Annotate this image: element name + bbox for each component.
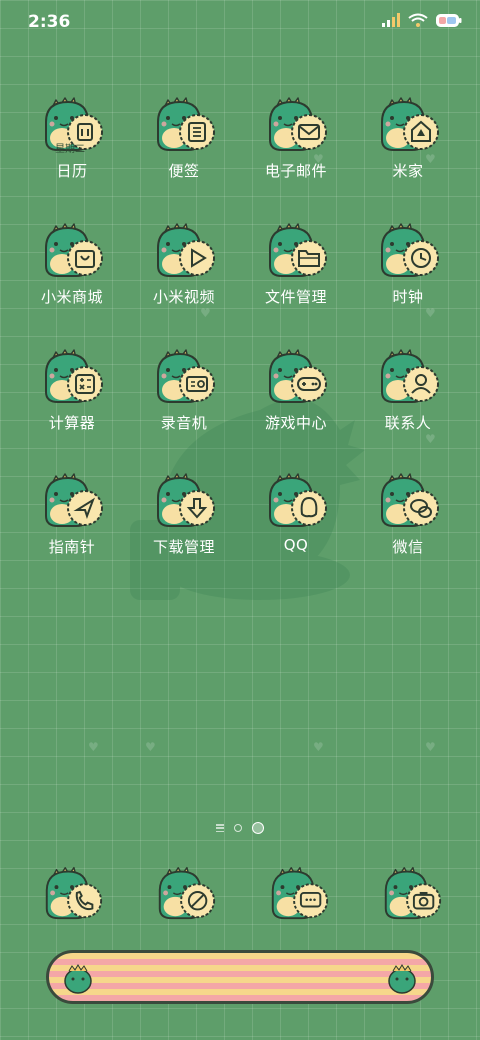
app-games[interactable]: 游戏中心: [241, 340, 351, 450]
clock-icon: [374, 214, 442, 282]
app-files[interactable]: 文件管理: [241, 214, 351, 324]
app-label: 小米商城: [40, 288, 103, 306]
app-clock[interactable]: 时钟: [353, 214, 463, 324]
app-label: 电子邮件: [264, 162, 327, 180]
app-calculator[interactable]: 计算器: [17, 340, 127, 450]
battery-icon: [436, 13, 462, 27]
dock-browser[interactable]: [145, 858, 225, 938]
page-indicator[interactable]: [0, 822, 480, 834]
app-mistore[interactable]: 小米商城: [17, 214, 127, 324]
app-mihome[interactable]: 米家: [353, 88, 463, 198]
app-label: 便签: [168, 162, 200, 180]
status-time: 2:36: [28, 12, 71, 32]
dock-phone[interactable]: [32, 858, 112, 938]
app-label: 指南针: [48, 538, 96, 556]
status-icons: [382, 13, 462, 27]
heart-decoration: ♥: [88, 740, 99, 754]
status-bar: 2:36: [0, 0, 480, 44]
search-bar-dino-left-icon: [64, 964, 92, 994]
app-label: 录音机: [160, 414, 208, 432]
bag-icon: [38, 214, 106, 282]
heart-decoration: ♥: [145, 740, 156, 754]
app-label: 日历: [56, 162, 88, 180]
app-qq[interactable]: QQ: [241, 464, 351, 574]
wifi-icon: [408, 13, 428, 27]
app-label: QQ: [283, 536, 309, 554]
dock-camera[interactable]: [371, 858, 451, 938]
calendar-weekday: 星期二: [55, 144, 85, 155]
person-icon: [374, 340, 442, 408]
recorder-icon: [150, 340, 218, 408]
app-label: 计算器: [48, 414, 96, 432]
app-label: 小米视频: [152, 288, 215, 306]
search-bar[interactable]: [46, 950, 434, 1004]
pager-menu-icon[interactable]: [216, 824, 224, 832]
app-label: 文件管理: [264, 288, 327, 306]
app-calendar[interactable]: 星期二 日历: [17, 88, 127, 198]
browser-icon: [152, 858, 218, 924]
calculator-icon: [38, 340, 106, 408]
phone-icon: [39, 858, 105, 924]
wechat-icon: [374, 464, 442, 532]
app-label: 微信: [392, 538, 424, 556]
app-mivideo[interactable]: 小米视频: [129, 214, 239, 324]
page-dot-1[interactable]: [234, 824, 242, 832]
play-icon: [150, 214, 218, 282]
dock-messages[interactable]: [258, 858, 338, 938]
app-downloads[interactable]: 下载管理: [129, 464, 239, 574]
app-label: 下载管理: [152, 538, 215, 556]
heart-decoration: ♥: [425, 740, 436, 754]
signal-icon: [382, 13, 400, 27]
app-label: 米家: [392, 162, 424, 180]
qq-icon: [262, 464, 330, 532]
app-email[interactable]: 电子邮件: [241, 88, 351, 198]
app-wechat[interactable]: 微信: [353, 464, 463, 574]
search-bar-dino-right-icon: [388, 964, 416, 994]
app-recorder[interactable]: 录音机: [129, 340, 239, 450]
heart-decoration: ♥: [313, 740, 324, 754]
home-icon: [374, 88, 442, 156]
app-compass[interactable]: 指南针: [17, 464, 127, 574]
notes-icon: [150, 88, 218, 156]
folder-icon: [262, 214, 330, 282]
camera-icon: [378, 858, 444, 924]
download-icon: [150, 464, 218, 532]
gamepad-icon: [262, 340, 330, 408]
app-contacts[interactable]: 联系人: [353, 340, 463, 450]
app-label: 时钟: [392, 288, 424, 306]
app-label: 联系人: [384, 414, 432, 432]
page-dot-2[interactable]: [252, 822, 264, 834]
app-notes[interactable]: 便签: [129, 88, 239, 198]
app-label: 游戏中心: [264, 414, 327, 432]
message-icon: [265, 858, 331, 924]
mail-icon: [262, 88, 330, 156]
compass-icon: [38, 464, 106, 532]
